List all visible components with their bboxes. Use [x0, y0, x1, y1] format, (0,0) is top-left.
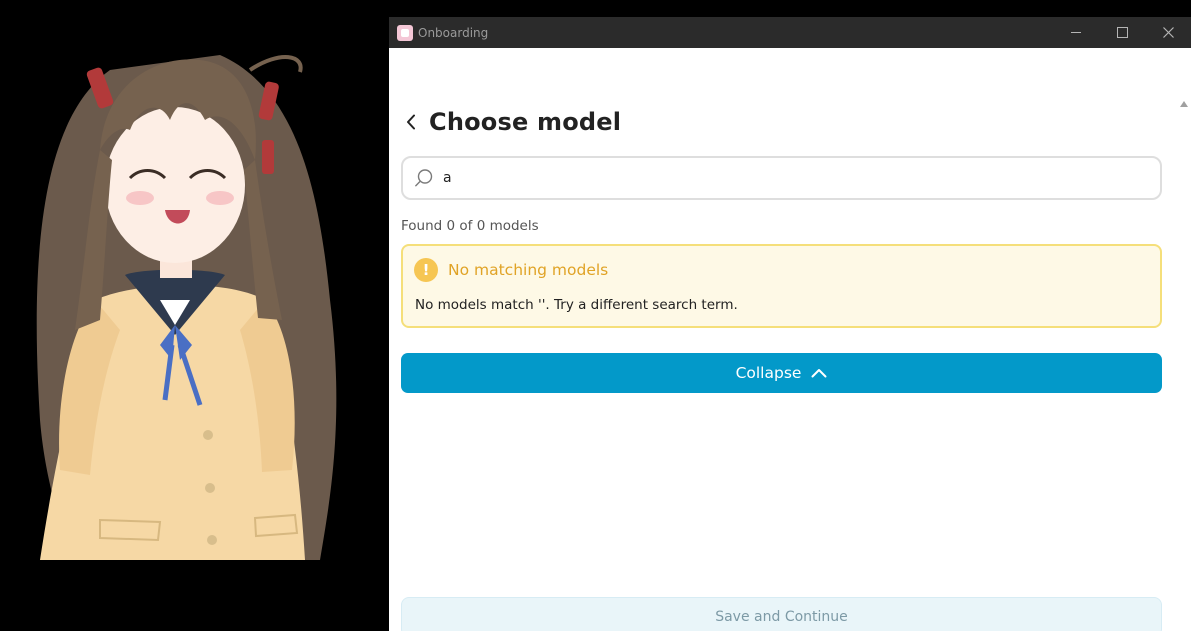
collapse-label: Collapse [735, 364, 802, 382]
back-button[interactable] [401, 112, 421, 132]
results-count: Found 0 of 0 models [401, 218, 539, 234]
chevron-up-icon [811, 365, 827, 381]
character-illustration [0, 0, 389, 631]
save-label: Save and Continue [715, 609, 848, 625]
window-title: Onboarding [418, 25, 489, 40]
warning-icon: ! [414, 258, 438, 282]
save-and-continue-button[interactable]: Save and Continue [401, 597, 1162, 631]
page-title: Choose model [429, 108, 622, 136]
alert-title: No matching models [448, 261, 609, 279]
title-bar[interactable]: Onboarding [389, 17, 1191, 48]
alert-header: ! No matching models [414, 258, 608, 282]
app-icon [397, 24, 413, 41]
onboarding-window: Onboarding Choose model a Found 0 of 0 m… [389, 17, 1191, 631]
maximize-icon [1116, 27, 1128, 38]
minimize-button[interactable] [1053, 17, 1099, 48]
close-button[interactable] [1145, 17, 1191, 48]
chevron-left-icon [407, 114, 415, 130]
collapse-button[interactable]: Collapse [401, 353, 1162, 393]
no-results-alert: ! No matching models No models match ''.… [401, 244, 1162, 328]
main-content: Choose model Found 0 of 0 models ! No ma… [401, 48, 1162, 631]
page-header: Choose model [401, 108, 621, 136]
window-controls [1053, 17, 1191, 48]
search-box[interactable] [401, 156, 1162, 200]
scroll-up-arrow-icon[interactable] [1180, 101, 1188, 107]
close-icon [1162, 27, 1174, 38]
alert-message: No models match ''. Try a different sear… [415, 297, 738, 313]
maximize-button[interactable] [1099, 17, 1145, 48]
search-icon [414, 168, 434, 188]
minimize-icon [1071, 32, 1081, 33]
search-input[interactable] [443, 170, 1123, 186]
